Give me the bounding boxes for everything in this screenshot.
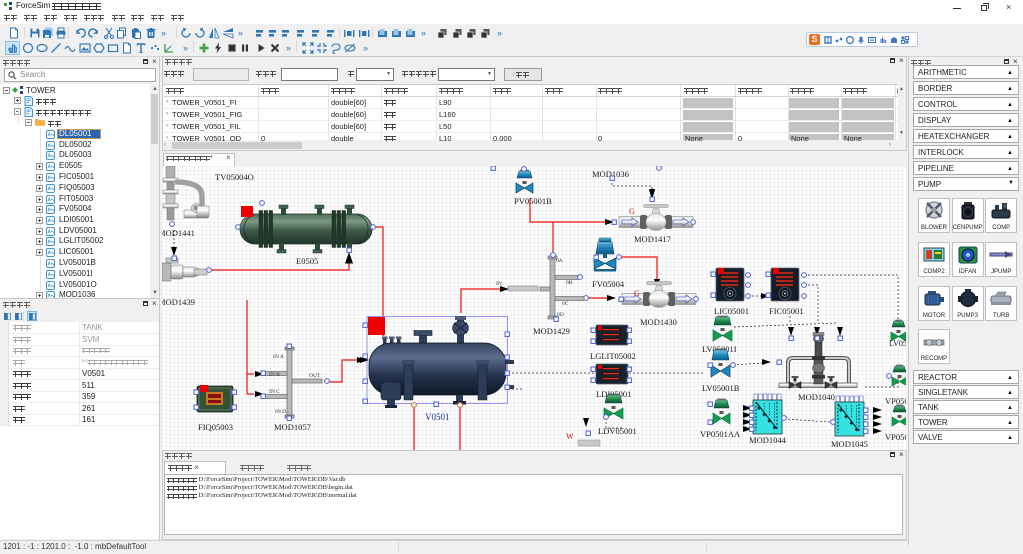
svg-text:PV05001B: PV05001B	[514, 196, 552, 206]
svg-text:MOD1417: MOD1417	[634, 234, 671, 244]
svg-text:IN A: IN A	[273, 354, 284, 360]
svg-text:FIC05001: FIC05001	[769, 306, 803, 316]
svg-text:LDV05001: LDV05001	[598, 426, 637, 436]
svg-text:»: »	[497, 28, 502, 38]
svg-text:»: »	[183, 43, 188, 53]
svg-text:0A: 0A	[556, 258, 563, 264]
svg-text:V0501: V0501	[425, 412, 450, 422]
svg-text:»: »	[286, 43, 291, 53]
svg-text:FV05004: FV05004	[592, 279, 625, 289]
svg-text:»: »	[161, 28, 166, 38]
svg-text:VP050: VP050	[885, 396, 906, 406]
svg-text:0B: 0B	[566, 280, 573, 286]
svg-text:»: »	[421, 28, 426, 38]
svg-text:MOD1430: MOD1430	[640, 317, 677, 327]
svg-text:IN B: IN B	[269, 372, 280, 378]
svg-text:IN: IN	[496, 281, 502, 287]
svg-text:»: »	[238, 28, 243, 38]
svg-text:TV05004O: TV05004O	[215, 172, 254, 182]
svg-text:G: G	[629, 207, 635, 216]
svg-text:IN C: IN C	[269, 389, 280, 395]
svg-text:VP050: VP050	[885, 432, 906, 442]
svg-text:MOD1057: MOD1057	[274, 422, 311, 432]
svg-text:VP0501AA: VP0501AA	[700, 429, 741, 439]
svg-text:IN D: IN D	[275, 409, 286, 415]
svg-text:OUT: OUT	[309, 373, 321, 379]
svg-text:MOD1044: MOD1044	[749, 435, 787, 445]
svg-text:0C: 0C	[562, 301, 569, 307]
svg-text:FIQ05003: FIQ05003	[198, 422, 233, 432]
svg-text:LIC05001: LIC05001	[714, 306, 749, 316]
svg-text:W: W	[566, 432, 574, 441]
svg-text:MOD1439: MOD1439	[162, 297, 195, 307]
svg-text:LGLIT05002: LGLIT05002	[590, 351, 636, 361]
svg-text:MOD1040: MOD1040	[798, 392, 835, 402]
svg-text:MOD1429: MOD1429	[533, 326, 570, 336]
svg-text:MOD1441: MOD1441	[162, 228, 195, 238]
svg-text:0D: 0D	[557, 312, 564, 318]
svg-text:LV05: LV05	[889, 339, 906, 348]
svg-text:LV05001B: LV05001B	[702, 383, 740, 393]
svg-text:»: »	[363, 43, 368, 53]
svg-text:E0505: E0505	[296, 256, 318, 266]
svg-text:MOD1045: MOD1045	[831, 439, 868, 449]
svg-text:G: G	[634, 289, 640, 298]
